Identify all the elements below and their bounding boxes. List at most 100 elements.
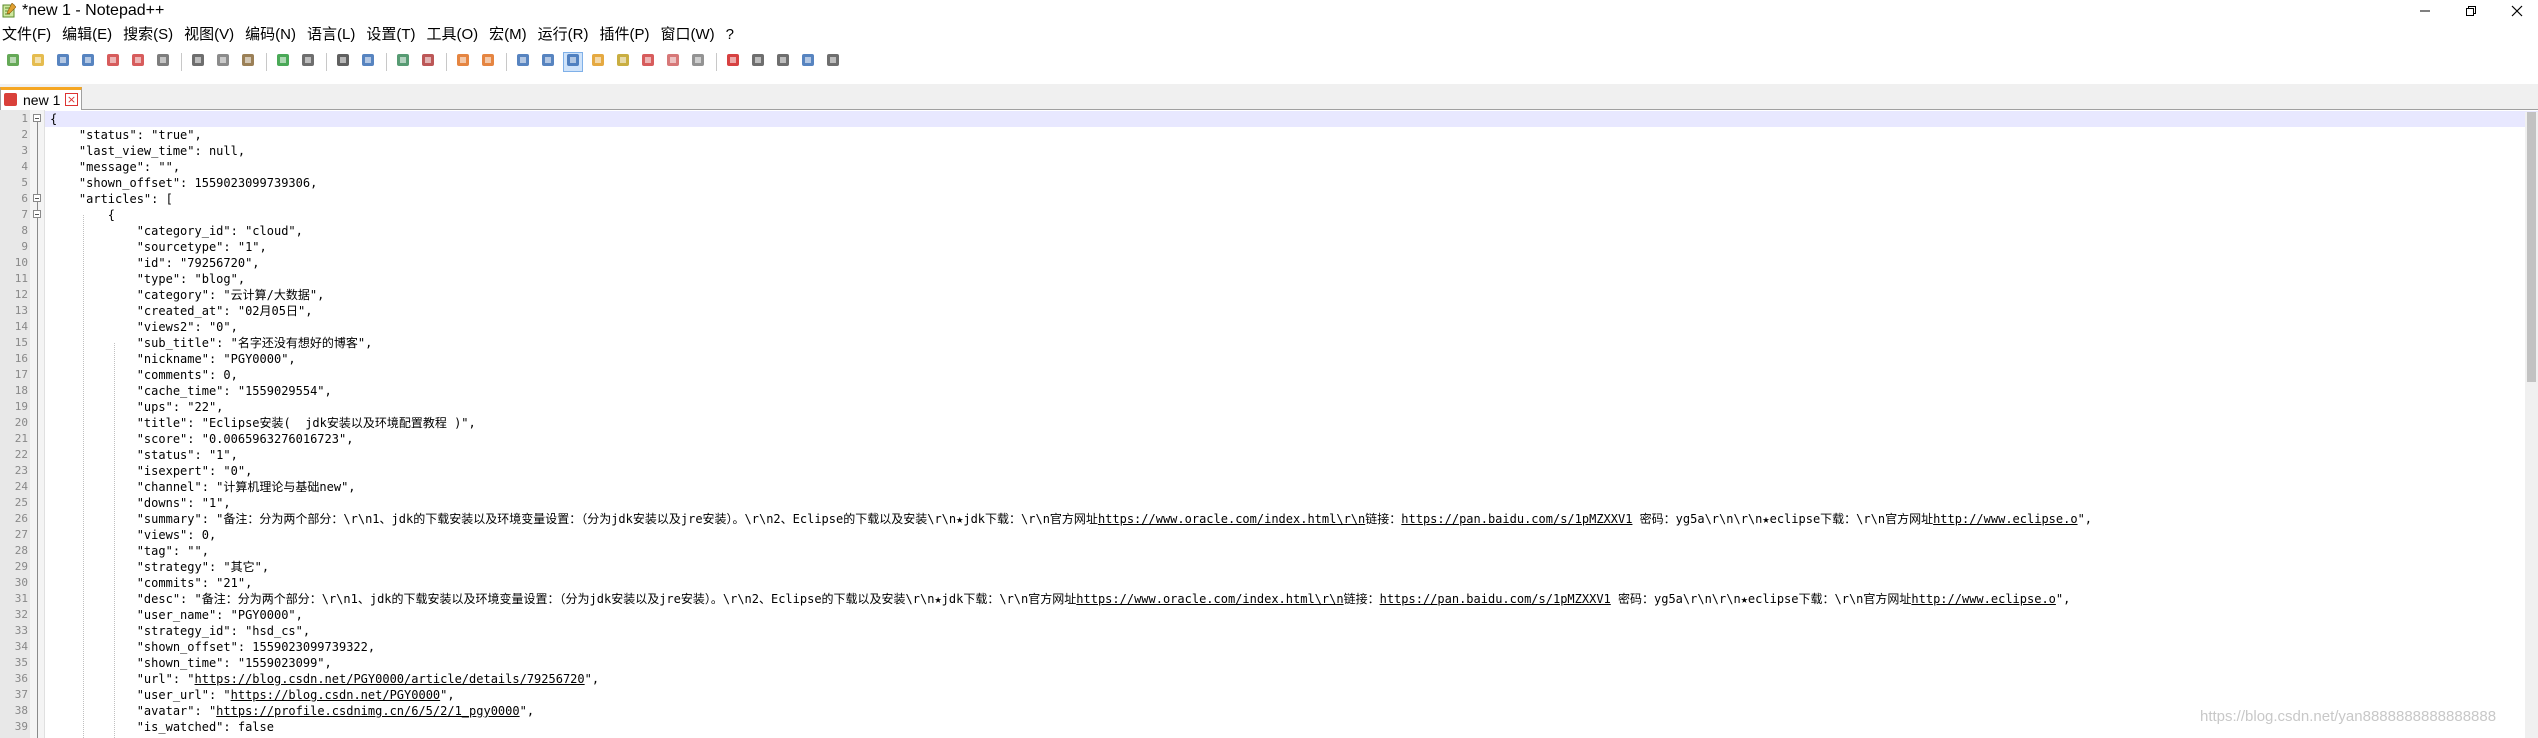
record-macro-button[interactable] xyxy=(723,52,743,72)
code-line[interactable]: "score": "0.0065963276016723", xyxy=(50,431,354,447)
play-macro-button[interactable] xyxy=(773,52,793,72)
code-line[interactable]: "nickname": "PGY0000", xyxy=(50,351,296,367)
save-all-button[interactable] xyxy=(78,52,98,72)
menu-item[interactable]: 设置(T) xyxy=(366,24,415,46)
code-link[interactable]: https://blog.csdn.net/PGY0000/article/de… xyxy=(195,672,585,686)
code-line[interactable]: "channel": "计算机理论与基础new", xyxy=(50,479,356,495)
menu-item[interactable]: 编辑(E) xyxy=(62,24,112,46)
run-macro-multiple-button[interactable] xyxy=(798,52,818,72)
code-line[interactable]: "is_watched": false xyxy=(50,719,274,735)
word-wrap-button[interactable] xyxy=(513,52,533,72)
code-line[interactable]: "id": "79256720", xyxy=(50,255,260,271)
menu-item[interactable]: 插件(P) xyxy=(599,24,649,46)
code-line[interactable]: "status": "1", xyxy=(50,447,238,463)
code-line[interactable]: "shown_time": "1559023099", xyxy=(50,655,332,671)
code-link[interactable]: https://blog.csdn.net/PGY0000 xyxy=(231,688,441,702)
menu-item[interactable]: 搜索(S) xyxy=(123,24,173,46)
code-line[interactable]: "user_url": "https://blog.csdn.net/PGY00… xyxy=(50,687,455,703)
code-link[interactable]: https://www.oracle.com/index.html\r\n xyxy=(1076,592,1343,606)
save-macro-button[interactable] xyxy=(823,52,843,72)
code-line[interactable]: "summary": "备注：分为两个部分：\r\n1、jdk的下载安装以及环境… xyxy=(50,511,2092,527)
tab-close-icon[interactable]: × xyxy=(65,93,78,106)
scrollbar-thumb[interactable] xyxy=(2527,112,2536,382)
zoom-out-button[interactable] xyxy=(418,52,438,72)
code-line[interactable]: "comments": 0, xyxy=(50,367,238,383)
code-line[interactable]: "user_name": "PGY0000", xyxy=(50,607,303,623)
copy-button[interactable] xyxy=(213,52,233,72)
code-link[interactable]: http://www.eclipse.o xyxy=(1933,512,2078,526)
menu-item[interactable]: 宏(M) xyxy=(489,24,527,46)
redo-button[interactable] xyxy=(298,52,318,72)
code-line[interactable]: { xyxy=(50,111,57,127)
stop-record-button[interactable] xyxy=(748,52,768,72)
paste-button[interactable] xyxy=(238,52,258,72)
code-line[interactable]: "desc": "备注：分为两个部分：\r\n1、jdk的下载安装以及环境变量设… xyxy=(50,591,2071,607)
code-line[interactable]: { xyxy=(50,207,115,223)
function-list-button[interactable] xyxy=(638,52,658,72)
indent-guide-button[interactable] xyxy=(563,52,583,72)
code-line[interactable]: "shown_offset": 1559023099739306, xyxy=(50,175,317,191)
maximize-button[interactable] xyxy=(2448,0,2494,22)
code-line[interactable]: "strategy_id": "hsd_cs", xyxy=(50,623,310,639)
code-line[interactable]: "message": "", xyxy=(50,159,180,175)
fold-toggle[interactable] xyxy=(33,210,41,218)
code-line[interactable]: "category_id": "cloud", xyxy=(50,223,303,239)
code-line[interactable]: "views2": "0", xyxy=(50,319,238,335)
save-button[interactable] xyxy=(53,52,73,72)
code-line[interactable]: "strategy": "其它", xyxy=(50,559,269,575)
code-line[interactable]: "shown_offset": 1559023099739322, xyxy=(50,639,375,655)
code-line[interactable]: "type": "blog", xyxy=(50,271,245,287)
code-line[interactable]: "category": "云计算/大数据", xyxy=(50,287,325,303)
menu-item[interactable]: 文件(F) xyxy=(2,24,51,46)
code-link[interactable]: http://www.eclipse.o xyxy=(1911,592,2056,606)
vertical-scrollbar[interactable] xyxy=(2525,112,2538,738)
minimize-button[interactable] xyxy=(2402,0,2448,22)
code-link[interactable]: https://pan.baidu.com/s/1pMZXXV1 xyxy=(1380,592,1611,606)
menu-item[interactable]: 工具(O) xyxy=(426,24,478,46)
menu-item[interactable]: 语言(L) xyxy=(307,24,355,46)
code-line[interactable]: "sub_title": "名字还没有想好的博客", xyxy=(50,335,373,351)
find-button[interactable] xyxy=(333,52,353,72)
define-language-button[interactable] xyxy=(588,52,608,72)
show-all-chars-button[interactable] xyxy=(538,52,558,72)
code-line[interactable]: "cache_time": "1559029554", xyxy=(50,383,332,399)
new-file-button[interactable] xyxy=(3,52,23,72)
code-line[interactable]: "status": "true", xyxy=(50,127,202,143)
tab-new-1[interactable]: new 1 × xyxy=(0,87,82,110)
code-line[interactable]: "title": "Eclipse安装( jdk安装以及环境配置教程 )", xyxy=(50,415,476,431)
code-line[interactable]: "tag": "", xyxy=(50,543,209,559)
code-line[interactable]: "isexpert": "0", xyxy=(50,463,253,479)
folder-workspace-button[interactable] xyxy=(663,52,683,72)
monitoring-button[interactable] xyxy=(688,52,708,72)
code-line[interactable]: "ups": "22", xyxy=(50,399,224,415)
code-line[interactable]: "views": 0, xyxy=(50,527,216,543)
code-editor[interactable]: 1 {2 "status": "true", 3 "last_view_time":… xyxy=(0,110,2538,738)
code-line[interactable]: "commits": "21", xyxy=(50,575,253,591)
menu-item[interactable]: 运行(R) xyxy=(538,24,589,46)
fold-toggle[interactable] xyxy=(33,194,41,202)
code-line[interactable]: "sourcetype": "1", xyxy=(50,239,267,255)
code-line[interactable]: "downs": "1", xyxy=(50,495,231,511)
code-line[interactable]: "last_view_time": null, xyxy=(50,143,245,159)
code-line[interactable]: "created_at": "02月05日", xyxy=(50,303,313,319)
menu-item[interactable]: 窗口(W) xyxy=(660,24,714,46)
print-button[interactable] xyxy=(153,52,173,72)
close-all-button[interactable] xyxy=(128,52,148,72)
open-file-button[interactable] xyxy=(28,52,48,72)
doc-map-button[interactable] xyxy=(613,52,633,72)
menu-item[interactable]: 编码(N) xyxy=(245,24,296,46)
replace-button[interactable] xyxy=(358,52,378,72)
code-line[interactable]: "articles": [ xyxy=(50,191,173,207)
code-link[interactable]: https://www.oracle.com/index.html\r\n xyxy=(1098,512,1365,526)
sync-vertical-button[interactable] xyxy=(453,52,473,72)
code-link[interactable]: https://pan.baidu.com/s/1pMZXXV1 xyxy=(1401,512,1632,526)
menu-item[interactable]: ? xyxy=(726,24,734,46)
code-line[interactable]: "avatar": "https://profile.csdnimg.cn/6/… xyxy=(50,703,534,719)
code-link[interactable]: https://profile.csdnimg.cn/6/5/2/1_pgy00… xyxy=(216,704,519,718)
code-line[interactable]: "url": "https://blog.csdn.net/PGY0000/ar… xyxy=(50,671,599,687)
sync-horizontal-button[interactable] xyxy=(478,52,498,72)
undo-button[interactable] xyxy=(273,52,293,72)
menu-item[interactable]: 视图(V) xyxy=(184,24,234,46)
zoom-in-button[interactable] xyxy=(393,52,413,72)
close-button[interactable] xyxy=(2494,0,2538,22)
